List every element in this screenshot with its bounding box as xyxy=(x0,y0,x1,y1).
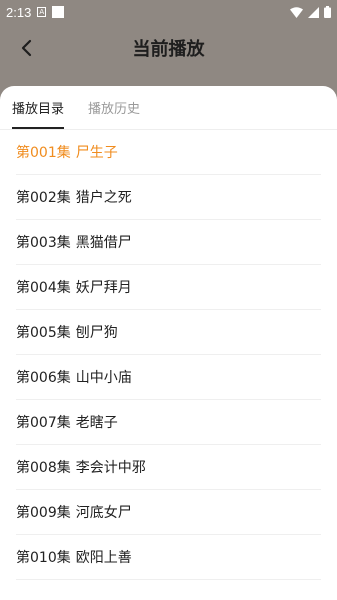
status-indicators xyxy=(290,6,331,18)
episode-title: 猎户之死 xyxy=(75,190,132,206)
episode-number: 第009集 xyxy=(16,505,71,521)
episode-title: 黑猫借尸 xyxy=(75,235,132,251)
episode-item[interactable]: 第008集 李会计中邪 xyxy=(16,445,321,490)
episode-item[interactable]: 第009集 河底女尸 xyxy=(16,490,321,535)
episode-list: 第001集 尸生子 第002集 猎户之死 第003集 黑猫借尸 第004集 妖尸拜月 第005集… xyxy=(0,130,337,580)
episode-title: 欧阳上善 xyxy=(75,550,132,566)
episode-item[interactable]: 第003集 黑猫借尸 xyxy=(16,220,321,265)
episode-title: 老瞎子 xyxy=(75,415,118,431)
episode-item[interactable]: 第010集 欧阳上善 xyxy=(16,535,321,580)
app-bar: 当前播放 xyxy=(0,24,337,72)
notification-square-icon xyxy=(52,6,65,18)
episode-number: 第010集 xyxy=(16,550,71,566)
episode-number: 第003集 xyxy=(16,235,71,251)
episode-number: 第004集 xyxy=(16,280,71,296)
episode-title: 妖尸拜月 xyxy=(75,280,132,296)
tab-bar: 播放目录 播放历史 xyxy=(0,86,337,130)
playlist-sheet: 播放目录 播放历史 第001集 尸生子 第002集 猎户之死 第003集 黑猫借尸 第004… xyxy=(0,86,337,600)
episode-number: 第005集 xyxy=(16,325,71,341)
episode-number: 第002集 xyxy=(16,190,71,206)
status-bar: 2:13 A xyxy=(0,0,337,24)
back-button[interactable] xyxy=(12,34,40,62)
episode-number: 第006集 xyxy=(16,370,71,386)
episode-item[interactable]: 第002集 猎户之死 xyxy=(16,175,321,220)
episode-title: 尸生子 xyxy=(75,145,118,161)
signal-icon xyxy=(308,6,319,18)
episode-title: 李会计中邪 xyxy=(75,460,146,476)
episode-number: 第008集 xyxy=(16,460,71,476)
chevron-left-icon xyxy=(21,39,32,57)
page-title: 当前播放 xyxy=(132,39,205,60)
episode-item[interactable]: 第001集 尸生子 xyxy=(16,130,321,175)
episode-title: 山中小庙 xyxy=(75,370,132,386)
episode-item[interactable]: 第004集 妖尸拜月 xyxy=(16,265,321,310)
episode-item[interactable]: 第007集 老瞎子 xyxy=(16,400,321,445)
episode-title: 河底女尸 xyxy=(75,505,132,521)
battery-icon xyxy=(324,6,331,18)
status-time: 2:13 xyxy=(6,4,32,20)
episode-title: 刨尸狗 xyxy=(75,325,118,341)
episode-number: 第007集 xyxy=(16,415,71,431)
notification-a-icon: A xyxy=(37,7,47,17)
tab-history[interactable]: 播放历史 xyxy=(88,98,140,129)
wifi-icon xyxy=(290,6,303,18)
episode-item[interactable]: 第006集 山中小庙 xyxy=(16,355,321,400)
tab-playlist[interactable]: 播放目录 xyxy=(12,98,65,129)
episode-item[interactable]: 第005集 刨尸狗 xyxy=(16,310,321,355)
episode-number: 第001集 xyxy=(16,145,71,161)
